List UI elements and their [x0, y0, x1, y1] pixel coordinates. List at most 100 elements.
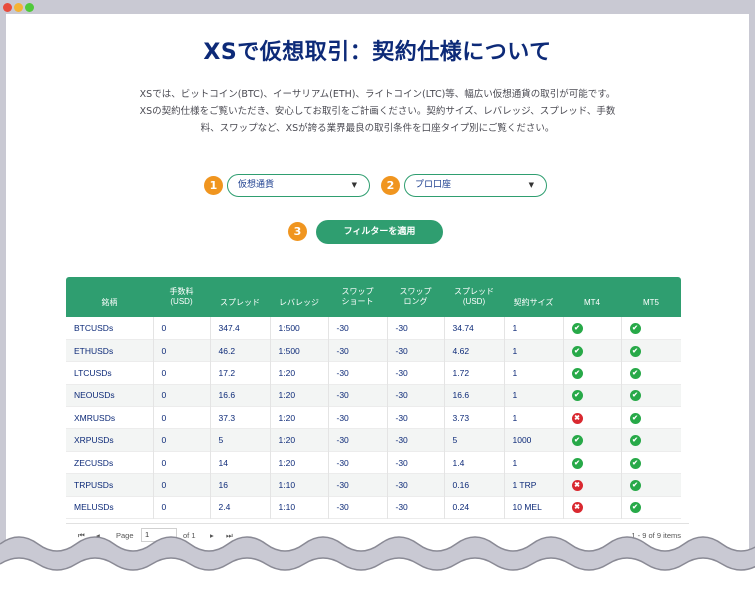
- cell-commission: 0: [152, 384, 210, 407]
- cell-mt5: ✔: [620, 451, 681, 474]
- check-icon: ✔: [629, 390, 641, 402]
- check-icon: ✔: [629, 322, 641, 334]
- check-icon: ✔: [571, 322, 583, 334]
- col-header-leverage[interactable]: レバレッジ: [270, 277, 328, 317]
- cell-spread: 37.3: [209, 406, 270, 429]
- cell-symbol: LTCUSDs: [74, 367, 112, 378]
- spec-table: 銘柄 手数料 (USD) スプレッド レバレッジ スワップ ショート スワップ ロング…: [66, 277, 681, 519]
- intro-line: 料、スワップなど、XSが誇る業界最良の取引条件を口座タイプ別にご覧ください。: [200, 123, 555, 134]
- cell-contract-size: 1: [503, 451, 563, 474]
- cell-mt4: ✔: [562, 361, 621, 385]
- cell-mt5: ✔: [620, 496, 681, 519]
- window-titlebar: [0, 0, 755, 14]
- check-icon: ✔: [571, 390, 583, 402]
- check-icon: ✔: [629, 435, 641, 447]
- cell-spread: 2.4: [209, 496, 270, 519]
- check-icon: ✔: [629, 367, 641, 379]
- cell-symbol: XRPUSDs: [66, 428, 153, 452]
- col-header-spread-usd[interactable]: スプレッド (USD): [444, 277, 504, 317]
- cell-commission: 0: [152, 361, 210, 385]
- cross-icon: ✖: [571, 479, 583, 491]
- check-icon: ✔: [629, 345, 641, 357]
- check-icon: ✔: [571, 435, 583, 447]
- cell-commission: 0: [152, 406, 210, 429]
- instrument-select-value: 仮想通貨: [238, 180, 275, 190]
- col-header-mt4[interactable]: MT4: [563, 277, 621, 317]
- cell-leverage: 1:10: [269, 496, 328, 519]
- cell-swap-long: -30: [386, 496, 444, 519]
- check-icon: ✔: [629, 502, 641, 514]
- cell-symbol: NEOUSDs: [66, 384, 153, 407]
- torn-edge-decoration: [0, 536, 755, 596]
- check-icon: ✔: [629, 457, 641, 469]
- cell-spread: 17.2: [209, 361, 270, 385]
- cell-swap-long: -30: [386, 428, 444, 452]
- close-window-button[interactable]: [3, 3, 12, 12]
- table-row: TRPUSDs 0 16 1:10 -30 -30 0.16 1 TRP ✖ ✔: [66, 473, 681, 497]
- cell-spread: 16.6: [209, 384, 270, 407]
- cell-symbol: XMRUSDs: [74, 412, 116, 423]
- cell-symbol: ZECUSDs: [74, 457, 114, 468]
- cell-leverage: 1:500: [269, 339, 328, 362]
- cell-spread: 16: [209, 473, 270, 497]
- col-header-spread[interactable]: スプレッド: [210, 277, 270, 317]
- cell-swap-long: -30: [386, 384, 444, 407]
- col-header-symbol[interactable]: 銘柄: [66, 277, 153, 317]
- cell-swap-short: -30: [327, 384, 387, 407]
- cell-leverage: 1:20: [269, 406, 328, 429]
- col-header-swap-long[interactable]: スワップ ロング: [387, 277, 444, 317]
- instrument-select[interactable]: 仮想通貨 ▼: [227, 174, 370, 197]
- cell-spread: 347.4: [209, 317, 270, 340]
- table-row: ZECUSDs 0 14 1:20 -30 -30 1.4 1 ✔ ✔: [66, 451, 681, 474]
- cell-contract-size: 1: [503, 339, 563, 362]
- col-header-swap-short[interactable]: スワップ ショート: [328, 277, 387, 317]
- cross-icon: ✖: [571, 502, 583, 514]
- minimize-window-button[interactable]: [14, 3, 23, 12]
- cell-swap-long: -30: [386, 339, 444, 362]
- col-header-contract-size[interactable]: 契約サイズ: [504, 277, 563, 317]
- account-select[interactable]: プロ口座 ▼: [404, 174, 547, 197]
- cell-mt4: ✔: [562, 384, 621, 407]
- cell-mt4: ✔: [562, 317, 621, 340]
- table-body: BTCUSDs 0 347.4 1:500 -30 -30 34.74 1 ✔ ✔ ETHUSDs 0…: [66, 317, 681, 519]
- cell-contract-size: 1 TRP: [503, 473, 563, 497]
- cell-swap-short: -30: [327, 428, 387, 452]
- maximize-window-button[interactable]: [25, 3, 34, 12]
- cell-mt4: ✖: [562, 406, 621, 429]
- step-badge-2: 2: [381, 176, 400, 195]
- cell-symbol: ETHUSDs: [66, 339, 153, 362]
- col-header-mt5[interactable]: MT5: [621, 277, 681, 317]
- col-header-commission[interactable]: 手数料 (USD): [153, 277, 210, 317]
- intro-text: XSでは、ビットコイン(BTC)、イーサリアム(ETH)、ライトコイン(LTC)…: [116, 86, 639, 137]
- cell-swap-short: -30: [327, 317, 387, 340]
- check-icon: ✔: [571, 367, 583, 379]
- page-title: XSで仮想取引：契約仕様について: [203, 40, 552, 65]
- cell-swap-short: -30: [327, 406, 387, 429]
- cell-mt5: ✔: [620, 317, 681, 340]
- table-row: BTCUSDs 0 347.4 1:500 -30 -30 34.74 1 ✔ ✔: [66, 317, 681, 340]
- table-row: XMRUSDs 0 37.3 1:20 -30 -30 3.73 1 ✖ ✔: [66, 406, 681, 429]
- table-row: NEOUSDs 0 16.6 1:20 -30 -30 16.6 1 ✔ ✔: [66, 384, 681, 407]
- cell-swap-short: -30: [327, 496, 387, 519]
- cell-contract-size: 10 MEL: [503, 496, 563, 519]
- chevron-down-icon: ▼: [528, 181, 534, 189]
- cell-commission: 0: [152, 339, 210, 362]
- intro-line: XSでは、ビットコイン(BTC)、イーサリアム(ETH)、ライトコイン(LTC)…: [139, 89, 616, 100]
- cell-commission: 0: [152, 496, 210, 519]
- cell-mt5: ✔: [620, 361, 681, 385]
- cell-mt5: ✔: [620, 384, 681, 407]
- chevron-down-icon: ▼: [351, 181, 357, 189]
- cell-swap-short: -30: [327, 339, 387, 362]
- table-row: ETHUSDs 0 46.2 1:500 -30 -30 4.62 1 ✔ ✔: [66, 339, 681, 362]
- cell-mt4: ✔: [562, 339, 621, 362]
- cell-mt4: ✖: [562, 496, 621, 519]
- cell-commission: 0: [152, 317, 210, 340]
- cell-swap-short: -30: [327, 361, 387, 385]
- apply-filter-button[interactable]: フィルターを適用: [316, 220, 443, 244]
- cell-swap-long: -30: [386, 317, 444, 340]
- cell-swap-short: -30: [327, 473, 387, 497]
- table-row: MELUSDs 0 2.4 1:10 -30 -30 0.24 10 MEL ✖ ✔: [66, 496, 681, 519]
- step-badge-3: 3: [288, 222, 307, 241]
- cell-swap-long: -30: [386, 451, 444, 474]
- cell-mt4: ✖: [562, 473, 621, 497]
